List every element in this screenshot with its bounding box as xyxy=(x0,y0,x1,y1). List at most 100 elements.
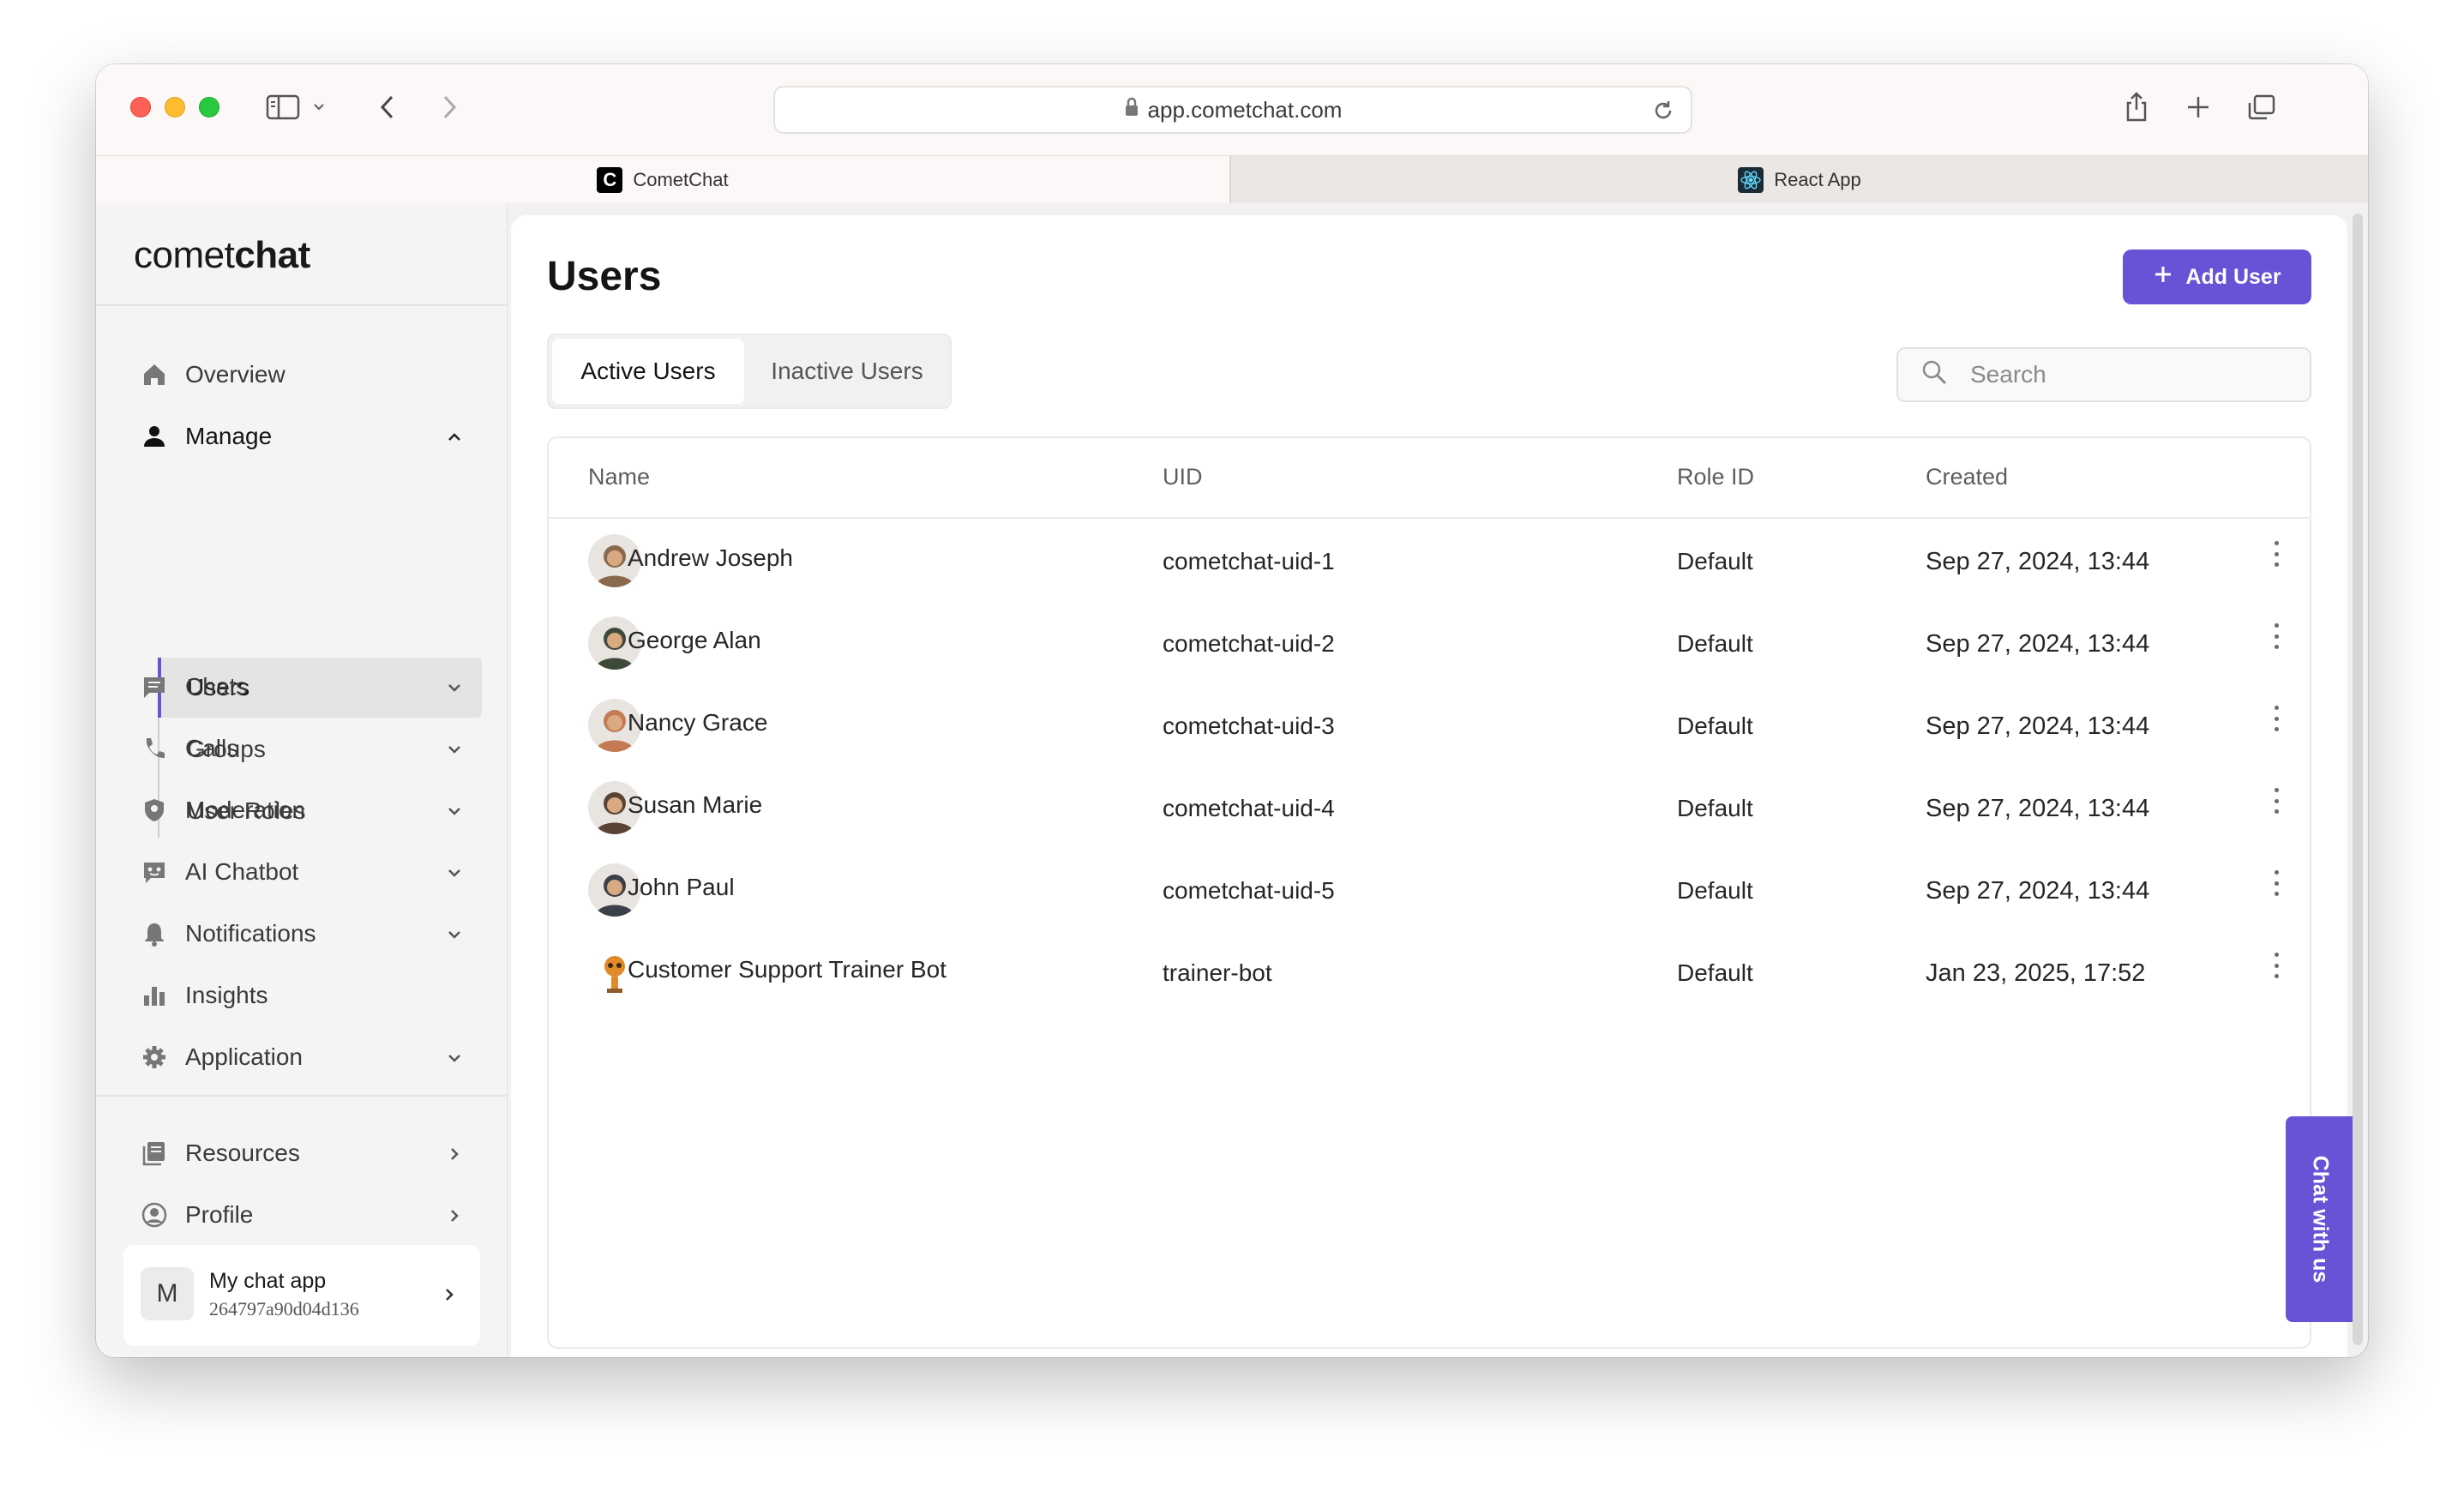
user-uid: cometchat-uid-1 xyxy=(1163,548,1335,574)
user-name[interactable]: Susan Marie xyxy=(628,791,762,819)
chevron-down-icon xyxy=(444,862,465,882)
column-header-name[interactable]: Name xyxy=(588,464,650,490)
column-header-uid[interactable]: UID xyxy=(1163,464,1203,490)
more-options-icon[interactable] xyxy=(2272,541,2281,567)
new-tab-icon[interactable] xyxy=(2181,90,2215,124)
user-created: Sep 27, 2024, 13:44 xyxy=(1926,548,2150,575)
search-input[interactable]: Search xyxy=(1896,347,2311,402)
maximize-window-button[interactable] xyxy=(199,97,219,117)
chevron-down-icon[interactable] xyxy=(309,90,329,124)
back-icon[interactable] xyxy=(370,90,405,124)
chevron-down-icon xyxy=(444,738,465,759)
sidebar-item-notifications[interactable]: Notifications xyxy=(139,908,499,959)
app-switcher-card[interactable]: M My chat app 264797a90d04d136 xyxy=(123,1245,480,1346)
sidebar-item-overview[interactable]: Overview xyxy=(139,349,499,400)
chat-with-us-button[interactable]: Chat with us xyxy=(2286,1116,2354,1322)
sidebar-item-chats[interactable]: Chats xyxy=(139,661,499,712)
tab-inactive-users[interactable]: Inactive Users xyxy=(746,339,948,404)
lock-icon xyxy=(1124,97,1139,123)
cometchat-logo[interactable]: cometchat xyxy=(134,234,310,277)
user-created: Sep 27, 2024, 13:44 xyxy=(1926,630,2150,658)
app-avatar: M xyxy=(141,1267,194,1320)
user-status-tabs: Active Users Inactive Users xyxy=(547,334,952,409)
sidebar-item-label: Application xyxy=(185,1043,303,1070)
user-uid: cometchat-uid-3 xyxy=(1163,712,1335,739)
reload-icon[interactable] xyxy=(1651,99,1675,129)
search-icon xyxy=(1920,358,1948,392)
user-role-id: Default xyxy=(1677,630,1753,657)
more-options-icon[interactable] xyxy=(2272,623,2281,649)
sidebar-item-calls[interactable]: Calls xyxy=(139,723,499,774)
browser-tab-strip: C CometChat React App xyxy=(96,155,2368,203)
browser-tab-label: CometChat xyxy=(633,168,729,190)
column-header-created[interactable]: Created xyxy=(1926,464,2008,490)
person-icon xyxy=(139,421,170,452)
share-icon[interactable] xyxy=(2119,90,2154,124)
sidebar-item-moderation[interactable]: Moderation xyxy=(139,785,499,836)
page-title: Users xyxy=(547,254,662,299)
sidebar-item-label: Resources xyxy=(185,1139,300,1166)
sidebar-item-manage[interactable]: Manage xyxy=(139,411,499,462)
sidebar-item-insights[interactable]: Insights xyxy=(139,970,499,1021)
divider xyxy=(96,304,508,306)
browser-toolbar: app.cometchat.com xyxy=(96,64,2368,155)
tab-overview-icon[interactable] xyxy=(2243,90,2281,124)
add-user-label: Add User xyxy=(2185,264,2281,289)
user-created: Sep 27, 2024, 13:44 xyxy=(1926,795,2150,822)
sidebar-item-label: Notifications xyxy=(185,920,316,947)
table-row[interactable]: John Paul cometchat-uid-5 Default Sep 27, 2… xyxy=(549,850,2310,932)
user-role-id: Default xyxy=(1677,795,1753,821)
sidebar-toggle-icon[interactable] xyxy=(264,90,302,124)
table-row[interactable]: Customer Support Trainer Bot trainer-bot D… xyxy=(549,932,2310,1014)
sidebar-item-label: Manage xyxy=(185,423,273,449)
more-options-icon[interactable] xyxy=(2272,870,2281,896)
more-options-icon[interactable] xyxy=(2272,788,2281,814)
table-row[interactable]: Susan Marie cometchat-uid-4 Default Sep 27,… xyxy=(549,767,2310,850)
user-name[interactable]: George Alan xyxy=(628,627,761,654)
users-table: Name UID Role ID Created Andrew Joseph co… xyxy=(547,436,2311,1349)
browser-tab-cometchat[interactable]: C CometChat xyxy=(96,156,1229,203)
sidebar-item-application[interactable]: Application xyxy=(139,1031,499,1083)
user-role-id: Default xyxy=(1677,877,1753,904)
sidebar-item-ai-chatbot[interactable]: AI Chatbot xyxy=(139,846,499,898)
chevron-right-icon xyxy=(444,1143,465,1163)
add-user-button[interactable]: Add User xyxy=(2123,250,2311,304)
user-name[interactable]: Andrew Joseph xyxy=(628,544,793,572)
table-header: Name UID Role ID Created xyxy=(549,438,2310,519)
minimize-window-button[interactable] xyxy=(165,97,185,117)
forward-icon[interactable] xyxy=(432,90,466,124)
user-name[interactable]: Customer Support Trainer Bot xyxy=(628,956,947,983)
user-created: Sep 27, 2024, 13:44 xyxy=(1926,877,2150,905)
chevron-up-icon xyxy=(444,426,465,447)
column-header-role-id[interactable]: Role ID xyxy=(1677,464,1754,490)
user-role-id: Default xyxy=(1677,712,1753,739)
chevron-right-icon xyxy=(444,1205,465,1225)
table-row[interactable]: Andrew Joseph cometchat-uid-1 Default Sep 2… xyxy=(549,520,2310,603)
sidebar-item-label: Insights xyxy=(185,982,268,1008)
more-options-icon[interactable] xyxy=(2272,953,2281,978)
chat-icon xyxy=(139,671,170,702)
table-row[interactable]: George Alan cometchat-uid-2 Default Sep 27,… xyxy=(549,603,2310,685)
gear-icon xyxy=(139,1042,170,1073)
url-text: app.cometchat.com xyxy=(1147,96,1343,123)
user-uid: cometchat-uid-2 xyxy=(1163,630,1335,657)
browser-tab-react-app[interactable]: React App xyxy=(1229,156,2368,203)
scrollbar[interactable] xyxy=(2353,213,2363,1345)
close-window-button[interactable] xyxy=(130,97,151,117)
home-icon xyxy=(139,359,170,390)
phone-icon xyxy=(139,733,170,764)
address-bar[interactable]: app.cometchat.com xyxy=(773,86,1692,134)
user-name[interactable]: John Paul xyxy=(628,874,735,901)
more-options-icon[interactable] xyxy=(2272,706,2281,731)
bot-icon xyxy=(139,857,170,887)
sidebar-item-profile[interactable]: Profile xyxy=(139,1189,499,1241)
tab-active-users[interactable]: Active Users xyxy=(552,339,744,404)
user-role-id: Default xyxy=(1677,548,1753,574)
chat-with-us-label: Chat with us xyxy=(2308,1155,2333,1284)
sidebar-item-resources[interactable]: Resources xyxy=(139,1127,499,1179)
bar-chart-icon xyxy=(139,980,170,1011)
user-name[interactable]: Nancy Grace xyxy=(628,709,767,736)
shield-icon xyxy=(139,795,170,826)
table-row[interactable]: Nancy Grace cometchat-uid-3 Default Sep 27,… xyxy=(549,685,2310,767)
book-icon xyxy=(139,1138,170,1169)
